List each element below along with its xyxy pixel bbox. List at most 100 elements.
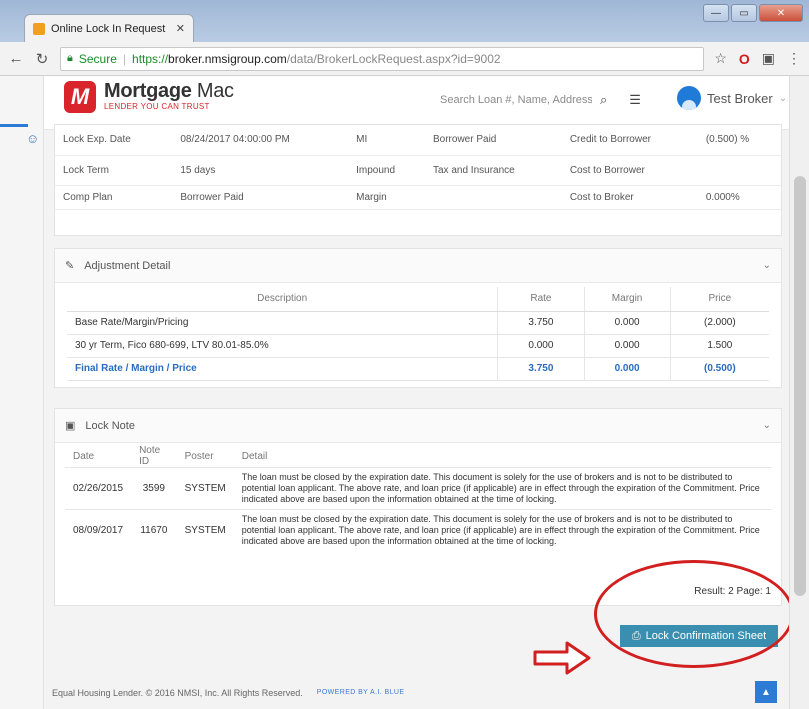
- loan-detail-cell: 15 days: [172, 155, 349, 186]
- adjustment-column-header: Description: [67, 287, 498, 312]
- adjustment-cell: Base Rate/Margin/Pricing: [67, 311, 498, 335]
- adjustment-cell: 0.000: [583, 334, 671, 358]
- scrollbar-thumb[interactable]: [794, 176, 806, 596]
- app-header: M Mortgage Mac LENDER YOU CAN TRUST ⌕ ☰ …: [44, 76, 809, 130]
- adjustment-panel-header[interactable]: ✎ Adjustment Detail ⌄: [55, 249, 781, 283]
- wrench-icon: ✎: [65, 260, 75, 272]
- note-cell: SYSTEM: [176, 467, 234, 510]
- favicon-icon: [33, 22, 45, 35]
- adjustment-cell: 1.500: [669, 334, 769, 358]
- adjustment-final-cell: 3.750: [497, 357, 584, 381]
- loan-details-table: Lock Exp. Date 08/24/2017 04:00:00 PM MI Bo…: [55, 125, 781, 210]
- lock-note-table: Date Note ID Poster Detail 02/26/2015 3599 SY…: [65, 445, 771, 551]
- loan-detail-cell: Comp Plan: [55, 185, 173, 210]
- lock-note-header[interactable]: ▣ Lock Note ⌄: [55, 409, 781, 443]
- window-controls: — ▭ ✕: [703, 4, 803, 22]
- note-cell: 3599: [131, 467, 177, 510]
- scroll-to-top-button[interactable]: ▲: [755, 681, 777, 703]
- active-nav-indicator: [0, 124, 28, 127]
- adjustment-cell: 3.750: [497, 311, 584, 335]
- adjustment-final-cell: Final Rate / Margin / Price: [67, 357, 498, 381]
- search-area: ⌕ ☰: [440, 90, 641, 110]
- loan-detail-cell: Borrower Paid: [425, 125, 562, 156]
- lock-note-title: Lock Note: [85, 419, 135, 432]
- page-footer: Equal Housing Lender. © 2016 NMSI, Inc. …: [44, 676, 789, 709]
- copyright-text: Equal Housing Lender. © 2016 NMSI, Inc. …: [52, 687, 303, 698]
- chevron-down-icon[interactable]: ⌄: [763, 420, 771, 431]
- close-window-button[interactable]: ✕: [759, 4, 803, 22]
- search-input[interactable]: [440, 90, 592, 110]
- loan-detail-cell: Credit to Borrower: [561, 125, 698, 156]
- note-icon: ▣: [65, 420, 76, 432]
- loan-detail-row: Comp Plan Borrower Paid Margin Cost to Brok…: [55, 185, 781, 210]
- brand-name-bold: Mortgage: [104, 80, 192, 102]
- extension-icon[interactable]: ▣: [762, 50, 775, 67]
- url-path: /data/BrokerLockRequest.aspx?id=9002: [286, 51, 501, 66]
- loan-detail-cell: [425, 185, 562, 210]
- loan-detail-cell: Tax and Insurance: [425, 155, 562, 186]
- adjustment-cell: (2.000): [669, 311, 769, 335]
- chevron-down-icon: ⌄: [778, 92, 788, 104]
- adjustment-column-header: Price: [669, 287, 769, 312]
- window-titlebar: Online Lock In Request ✕ — ▭ ✕: [0, 0, 809, 42]
- back-icon[interactable]: ←: [8, 50, 24, 67]
- annotation-arrow-icon: [533, 641, 591, 675]
- powered-by[interactable]: POWERED BY A.I. BLUE: [317, 689, 405, 696]
- opera-extension-icon[interactable]: O: [739, 51, 750, 67]
- loan-detail-cell: Cost to Broker: [561, 185, 698, 210]
- note-cell: The loan must be closed by the expiratio…: [233, 467, 771, 510]
- avatar: [677, 86, 701, 110]
- bookmark-star-icon[interactable]: ☆: [714, 50, 727, 67]
- brand-tagline: LENDER YOU CAN TRUST: [104, 102, 210, 111]
- note-column-header: Detail: [241, 450, 268, 462]
- brand[interactable]: Mortgage Mac LENDER YOU CAN TRUST: [104, 80, 234, 111]
- separator: |: [122, 51, 127, 66]
- adjustment-row: 30 yr Term, Fico 680-699, LTV 80.01-85.0…: [67, 334, 769, 358]
- note-cell: 08/09/2017: [65, 509, 132, 551]
- menu-icon[interactable]: ⋮: [787, 50, 801, 67]
- browser-tab[interactable]: Online Lock In Request ✕: [24, 14, 194, 42]
- adjustment-cell: 30 yr Term, Fico 680-699, LTV 80.01-85.0…: [67, 334, 498, 358]
- url-host: broker.nmsigroup.com: [168, 51, 287, 66]
- url-scheme: https://: [132, 51, 169, 66]
- list-menu-icon[interactable]: ☰: [629, 92, 641, 108]
- note-cell: 11670: [131, 509, 177, 551]
- web-page: ☺ M Mortgage Mac LENDER YOU CAN TRUST ⌕ …: [0, 76, 809, 709]
- loan-detail-cell: (0.500) %: [697, 125, 781, 156]
- users-icon[interactable]: ☺: [26, 131, 39, 146]
- tab-title: Online Lock In Request: [51, 22, 166, 35]
- loan-detail-cell: Margin: [348, 185, 425, 210]
- close-tab-icon[interactable]: ✕: [176, 22, 185, 35]
- address-bar[interactable]: 🔒︎ Secure | https://broker.nmsigroup.com…: [60, 46, 705, 71]
- lock-icon: 🔒︎: [67, 52, 73, 64]
- adjustment-final-cell: (0.500): [669, 357, 769, 381]
- loan-detail-cell: Impound: [348, 155, 425, 186]
- secure-label: Secure: [78, 51, 117, 66]
- adjustment-detail-panel: ✎ Adjustment Detail ⌄ Description Rate Mar…: [54, 248, 782, 388]
- loan-detail-row: Lock Exp. Date 08/24/2017 04:00:00 PM MI Bo…: [55, 125, 781, 156]
- adjustment-row: Base Rate/Margin/Pricing 3.750 0.000 (2.000…: [67, 311, 769, 335]
- note-cell: SYSTEM: [176, 509, 234, 551]
- maximize-button[interactable]: ▭: [731, 4, 757, 22]
- loan-details-panel: Lock Exp. Date 08/24/2017 04:00:00 PM MI Bo…: [54, 124, 782, 236]
- scrollbar[interactable]: [789, 76, 809, 709]
- reload-icon[interactable]: ↻: [34, 50, 50, 68]
- brand-name-light: Mac: [196, 80, 234, 102]
- user-menu[interactable]: Test Broker ⌄: [677, 86, 787, 110]
- note-column-header: Note ID: [139, 445, 161, 467]
- loan-detail-cell: 0.000%: [697, 185, 781, 210]
- adjustment-title: Adjustment Detail: [84, 259, 171, 272]
- adjustment-column-header: Margin: [583, 287, 671, 312]
- minimize-button[interactable]: —: [703, 4, 729, 22]
- note-row: 08/09/2017 11670 SYSTEM The loan must be cl…: [65, 509, 771, 551]
- loan-detail-cell: MI: [348, 125, 425, 156]
- loan-detail-cell: Borrower Paid: [172, 185, 349, 210]
- search-icon[interactable]: ⌕: [600, 92, 607, 108]
- note-column-header: Poster: [184, 450, 214, 462]
- chevron-down-icon[interactable]: ⌄: [763, 260, 771, 271]
- loan-detail-cell: 08/24/2017 04:00:00 PM: [172, 125, 349, 156]
- adjustment-cell: 0.000: [497, 334, 584, 358]
- logo-icon[interactable]: M: [64, 81, 96, 113]
- loan-detail-row: Lock Term 15 days Impound Tax and Insurance…: [55, 155, 781, 186]
- user-name: Test Broker: [707, 90, 773, 106]
